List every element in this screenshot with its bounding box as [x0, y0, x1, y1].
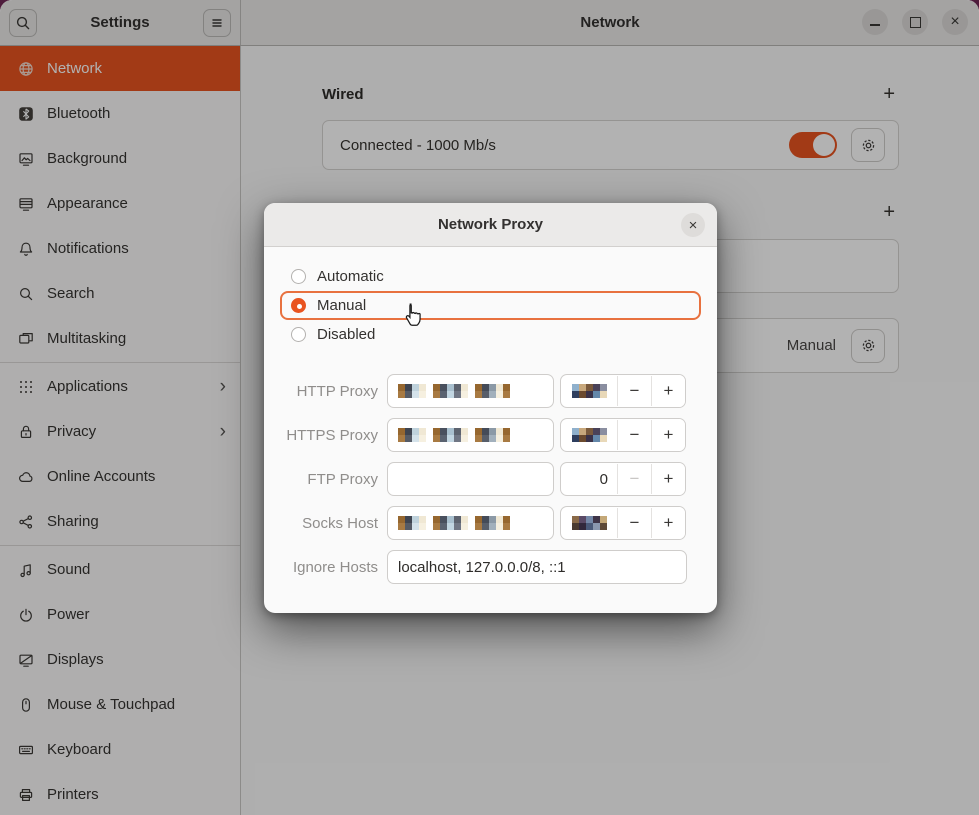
spin-plus-button[interactable]: +: [652, 507, 685, 539]
spin-minus-button[interactable]: −: [618, 375, 651, 407]
ignore-hosts-input[interactable]: localhost, 127.0.0.0/8, ::1: [387, 550, 687, 584]
socks-host-input[interactable]: [387, 506, 554, 540]
proxy-mode-option-manual[interactable]: Manual: [280, 291, 701, 320]
close-icon: ×: [689, 218, 698, 233]
proxy-fields: HTTP Proxy − + HTTPS Proxy − + FTP Proxy…: [264, 374, 717, 550]
dialog-title: Network Proxy: [438, 216, 543, 233]
radio-button-icon: [291, 327, 306, 342]
ignore-hosts-row: Ignore Hosts localhost, 127.0.0.0/8, ::1: [264, 550, 717, 584]
ignore-hosts-label: Ignore Hosts: [264, 559, 378, 576]
spin-minus-button[interactable]: −: [618, 507, 651, 539]
network-proxy-dialog: Network Proxy × Automatic Manual Disable…: [264, 203, 717, 613]
spin-plus-button[interactable]: +: [652, 419, 685, 451]
ftp-proxy-row: FTP Proxy 0 − +: [264, 462, 717, 496]
settings-window: Settings Network × Network Bluetooth Bac…: [0, 0, 979, 815]
port-spinbutton: 0 − +: [560, 462, 686, 496]
ftp-proxy-input[interactable]: [387, 462, 554, 496]
ignore-hosts-value: localhost, 127.0.0.0/8, ::1: [398, 559, 566, 576]
http-proxy-port-value[interactable]: [561, 375, 617, 407]
spin-minus-button[interactable]: −: [618, 463, 651, 495]
port-spinbutton: − +: [560, 418, 686, 452]
redacted-pixelated-value: [398, 516, 510, 530]
port-spinbutton: − +: [560, 506, 686, 540]
radio-button-icon: [291, 298, 306, 313]
proxy-mode-options: Automatic Manual Disabled: [264, 247, 717, 349]
dialog-header: Network Proxy ×: [264, 203, 717, 247]
socks-host-port-value[interactable]: [561, 507, 617, 539]
redacted-pixelated-value: [398, 428, 510, 442]
proxy-mode-option-disabled[interactable]: Disabled: [280, 320, 701, 349]
mouse-cursor-pointer: [401, 302, 424, 328]
redacted-pixelated-value: [398, 384, 510, 398]
redacted-pixelated-value: [572, 384, 607, 398]
spin-minus-button[interactable]: −: [618, 419, 651, 451]
spin-plus-button[interactable]: +: [652, 375, 685, 407]
https-proxy-row: HTTPS Proxy − +: [264, 418, 717, 452]
dialog-close-button[interactable]: ×: [681, 213, 705, 237]
ftp-proxy-port-value[interactable]: 0: [561, 463, 617, 495]
http-proxy-input[interactable]: [387, 374, 554, 408]
https-proxy-input[interactable]: [387, 418, 554, 452]
port-spinbutton: − +: [560, 374, 686, 408]
proxy-mode-option-automatic[interactable]: Automatic: [280, 262, 701, 291]
redacted-pixelated-value: [572, 428, 607, 442]
radio-button-icon: [291, 269, 306, 284]
http-proxy-row: HTTP Proxy − +: [264, 374, 717, 408]
spin-plus-button[interactable]: +: [652, 463, 685, 495]
socks-host-row: Socks Host − +: [264, 506, 717, 540]
https-proxy-port-value[interactable]: [561, 419, 617, 451]
redacted-pixelated-value: [572, 516, 607, 530]
